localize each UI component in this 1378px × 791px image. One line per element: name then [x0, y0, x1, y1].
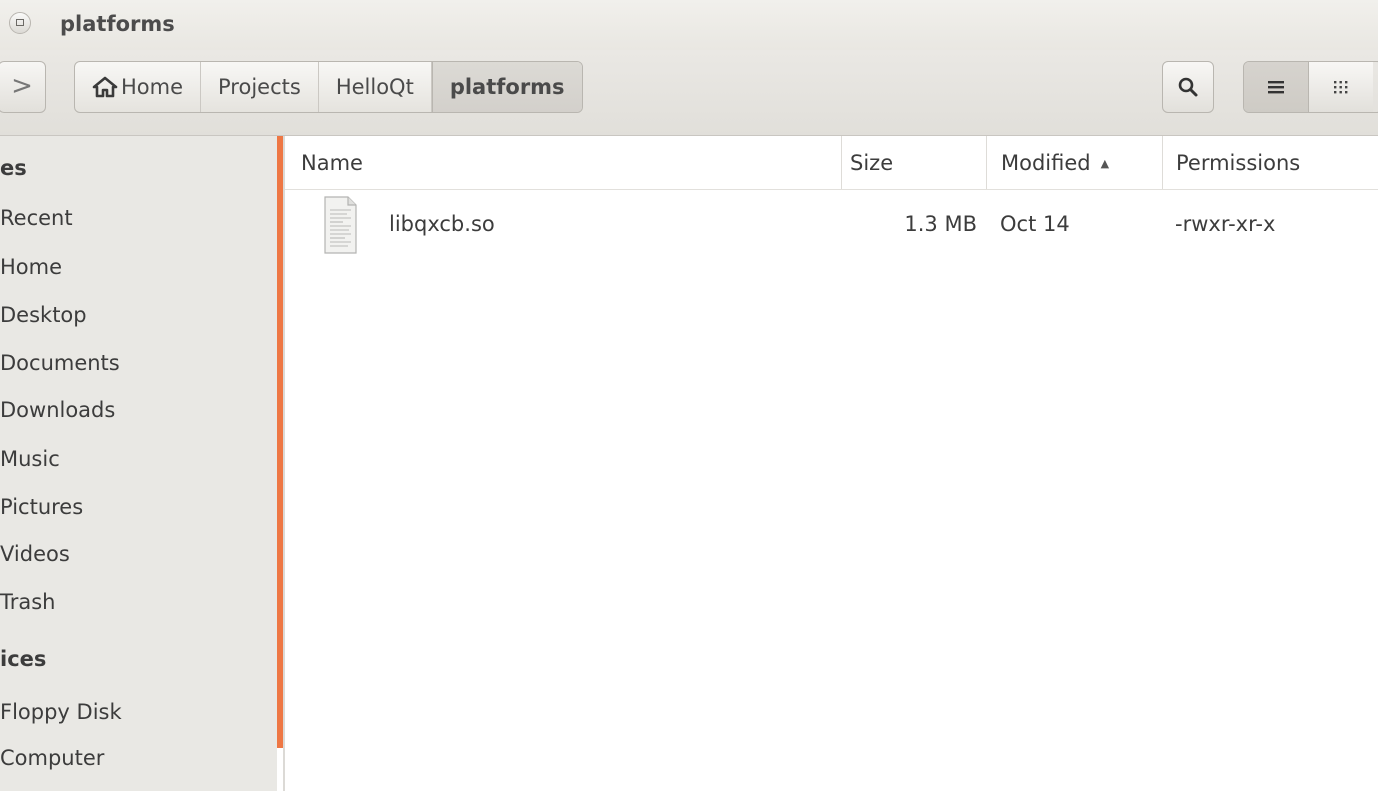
column-header-permissions-label: Permissions — [1176, 151, 1301, 175]
search-button[interactable] — [1162, 61, 1214, 113]
breadcrumb-projects[interactable]: Projects — [201, 62, 319, 112]
list-view-icon — [1268, 81, 1284, 94]
sort-ascending-icon: ▲ — [1100, 156, 1110, 170]
sidebar-item-computer[interactable]: Computer — [0, 746, 104, 770]
breadcrumb-projects-label: Projects — [218, 75, 301, 99]
title-bar: platforms — [0, 0, 1378, 50]
breadcrumb-home[interactable]: Home — [75, 62, 202, 112]
sidebar-item-recent[interactable]: Recent — [0, 206, 73, 230]
header-divider — [285, 189, 1378, 190]
sidebar-section-devices: ices — [0, 647, 47, 671]
sidebar-item-desktop[interactable]: Desktop — [0, 303, 87, 327]
file-list: Name Size Modified ▲ Permissions libqxcb… — [285, 136, 1378, 791]
text-document-icon — [324, 196, 357, 254]
breadcrumb-platforms-label: platforms — [449, 75, 565, 99]
breadcrumb-helloqt-label: HelloQt — [335, 75, 414, 99]
file-size: 1.3 MB — [904, 212, 977, 236]
column-header-size[interactable]: Size — [841, 136, 986, 190]
sidebar-item-floppy-disk[interactable]: Floppy Disk — [0, 700, 122, 724]
sidebar-item-videos[interactable]: Videos — [0, 542, 70, 566]
file-permissions: -rwxr-xr-x — [1175, 212, 1276, 236]
sidebar-section-places: es — [0, 156, 27, 180]
grid-view-button[interactable] — [1309, 62, 1373, 112]
column-header-name[interactable]: Name — [285, 136, 841, 190]
column-header-size-label: Size — [850, 151, 894, 175]
search-icon — [1178, 77, 1198, 97]
sidebar: es Recent Home Desktop Documents Downloa… — [0, 136, 277, 791]
breadcrumb-platforms[interactable]: platforms — [431, 62, 582, 112]
column-header-name-label: Name — [301, 151, 363, 175]
toolbar: > Home Projects HelloQt platforms — [0, 50, 1378, 136]
home-icon — [92, 76, 118, 98]
breadcrumb-helloqt[interactable]: HelloQt — [319, 62, 432, 112]
sidebar-item-documents[interactable]: Documents — [0, 351, 120, 375]
sidebar-item-downloads[interactable]: Downloads — [0, 398, 115, 422]
breadcrumb-home-label: Home — [121, 75, 184, 99]
sidebar-item-pictures[interactable]: Pictures — [0, 495, 83, 519]
sidebar-item-music[interactable]: Music — [0, 447, 60, 471]
column-header-modified-label: Modified — [1001, 151, 1091, 175]
sidebar-item-trash[interactable]: Trash — [0, 590, 56, 614]
forward-button[interactable]: > — [0, 61, 46, 113]
grid-view-icon — [1334, 81, 1348, 94]
list-view-button[interactable] — [1244, 62, 1309, 112]
window-control-button[interactable] — [9, 12, 31, 34]
view-toggle-group — [1243, 61, 1378, 113]
column-header-modified[interactable]: Modified ▲ — [986, 136, 1162, 190]
breadcrumb: Home Projects HelloQt platforms — [74, 61, 583, 113]
column-header-permissions[interactable]: Permissions — [1162, 136, 1378, 190]
file-name: libqxcb.so — [389, 212, 495, 236]
file-modified: Oct 14 — [1000, 212, 1070, 236]
window-title: platforms — [60, 12, 175, 36]
sidebar-item-home[interactable]: Home — [0, 255, 62, 279]
